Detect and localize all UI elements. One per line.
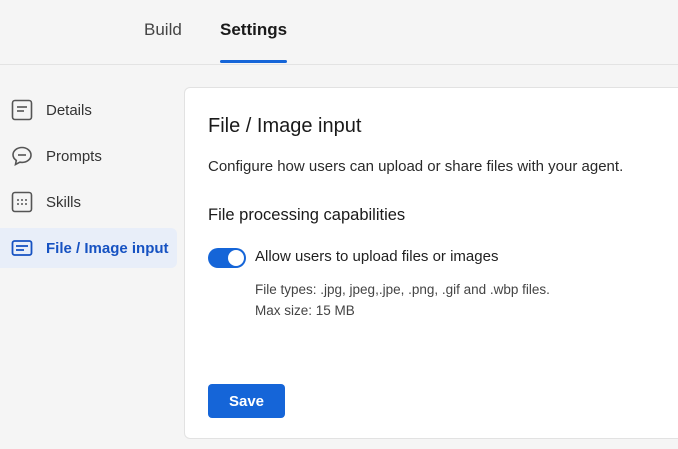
- sidebar-item-label: Details: [46, 101, 92, 119]
- settings-card: File / Image input Configure how users c…: [184, 87, 678, 439]
- section-title: File processing capabilities: [208, 206, 406, 224]
- save-button[interactable]: Save: [208, 384, 285, 418]
- page-description: Configure how users can upload or share …: [208, 158, 624, 175]
- sidebar-item-prompts[interactable]: Prompts: [0, 136, 177, 176]
- sidebar-item-label: Prompts: [46, 147, 102, 165]
- active-tab-indicator: [220, 60, 287, 63]
- grid-icon: [11, 191, 33, 213]
- page-title: File / Image input: [208, 115, 362, 137]
- upload-toggle[interactable]: [208, 248, 246, 268]
- tab-build[interactable]: Build: [144, 20, 182, 40]
- details-icon: [11, 99, 33, 121]
- sidebar-item-label: Skills: [46, 193, 82, 211]
- sidebar-item-details[interactable]: Details: [0, 90, 177, 130]
- toggle-label: Allow users to upload files or images: [255, 248, 499, 265]
- tab-settings[interactable]: Settings: [220, 20, 287, 40]
- toggle-knob: [228, 250, 244, 266]
- keyboard-icon: [11, 240, 33, 256]
- sidebar-item-file-image-input[interactable]: File / Image input: [0, 228, 177, 268]
- file-types-text: File types: .jpg, jpeg,.jpe, .png, .gif …: [255, 282, 550, 297]
- max-size-text: Max size: 15 MB: [255, 303, 355, 318]
- sidebar-item-label: File / Image input: [46, 239, 169, 257]
- sidebar-item-skills[interactable]: Skills: [0, 182, 177, 222]
- chat-bubble-icon: [12, 146, 32, 166]
- top-nav: Build Settings: [0, 0, 678, 65]
